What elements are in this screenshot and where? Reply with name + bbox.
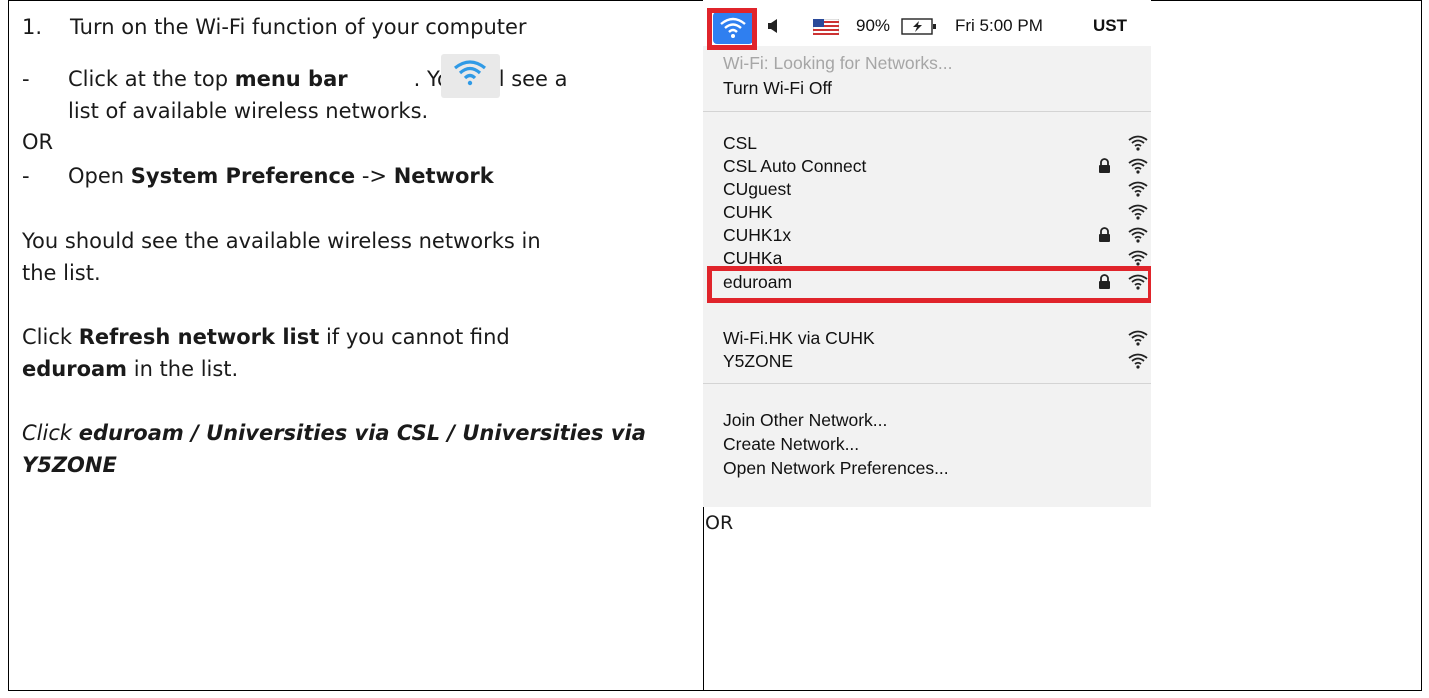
menu-separator [703,111,1151,112]
us-flag-icon[interactable] [813,19,839,35]
lock-icon [1098,274,1111,295]
wifi-signal-icon [1128,180,1148,203]
lock-icon [1098,227,1111,248]
bullet-system-pref: - Open System Preference -> Network [22,164,494,188]
network-item[interactable]: Y5ZONE [723,351,793,372]
refresh-text-cont: eduroam in the list. [22,357,239,381]
menubar-user[interactable]: UST [1093,16,1127,36]
refresh-text: Click Refresh network list if you cannot… [22,325,510,349]
network-item[interactable]: CUHKa [723,248,782,264]
wifi-signal-icon [1128,134,1148,157]
menu-separator [703,383,1151,384]
menu-item-open-prefs[interactable]: Open Network Preferences... [723,458,949,479]
bullet-menu-bar-cont: list of available wireless networks. [68,99,429,123]
wifi-signal-icon [1128,203,1148,226]
lock-icon [1098,158,1111,179]
network-item[interactable]: CUHK1x [723,225,791,246]
menu-item-turn-wifi-off[interactable]: Turn Wi-Fi Off [723,78,832,99]
wifi-signal-icon [1128,157,1148,180]
click-eduroam-text: Click eduroam / Universities via CSL / U… [22,421,646,445]
wifi-signal-icon [1128,226,1148,249]
highlight-eduroam [707,266,1151,303]
menu-item-join-other[interactable]: Join Other Network... [723,410,887,431]
wifi-signal-icon [1128,249,1148,272]
network-item[interactable]: CSL [723,133,757,154]
available-networks-text-cont: the list. [22,261,101,285]
battery-percent[interactable]: 90% [856,16,890,36]
instructions-cell: 1. Turn on the Wi-Fi function of your com… [22,1,697,690]
menu-item-create-network[interactable]: Create Network... [723,434,859,455]
step-heading: 1. Turn on the Wi-Fi function of your com… [22,15,527,39]
battery-icon[interactable] [901,18,937,35]
network-item[interactable]: CUguest [723,179,791,200]
click-eduroam-text-cont: Y5ZONE [22,453,117,477]
wifi-signal-icon [1128,352,1148,375]
volume-icon[interactable] [767,18,779,34]
network-item[interactable]: CUHK [723,202,773,223]
highlight-wifi-icon [707,8,757,50]
wifi-menu-screenshot: 90% Fri 5:00 PM UST Wi-Fi: Looking for N… [703,0,1151,507]
or-text: OR [22,130,54,154]
wifi-icon [441,54,500,98]
available-networks-text: You should see the available wireless ne… [22,229,541,253]
network-item[interactable]: CSL Auto Connect [723,156,866,177]
network-item[interactable]: Wi-Fi.HK via CUHK [723,328,875,349]
or-text-right: OR [705,512,734,534]
menubar-clock[interactable]: Fri 5:00 PM [955,16,1043,36]
wifi-signal-icon [1128,273,1148,296]
wifi-signal-icon [1128,329,1148,352]
wifi-status: Wi-Fi: Looking for Networks... [723,53,953,73]
menu-bar: 90% Fri 5:00 PM UST [703,0,1151,46]
